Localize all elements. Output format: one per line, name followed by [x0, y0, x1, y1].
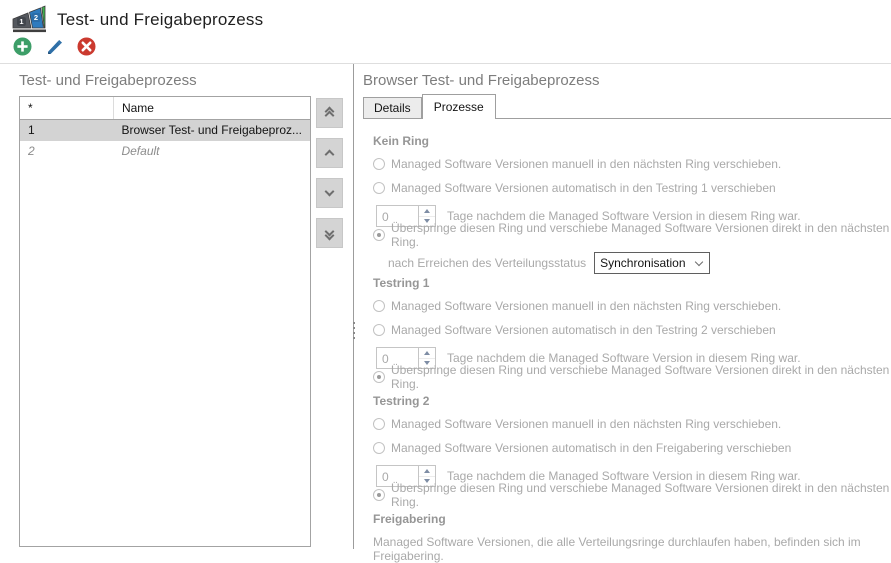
radio-button[interactable] — [373, 229, 385, 241]
radio-option[interactable]: Überspringe diesen Ring und verschiebe M… — [373, 488, 891, 502]
panel-splitter[interactable] — [353, 64, 354, 549]
radio-label: Überspringe diesen Ring und verschiebe M… — [391, 221, 891, 249]
svg-text:2: 2 — [34, 13, 38, 22]
section-heading: Kein Ring — [373, 134, 891, 148]
process-detail-panel: Browser Test- und Freigabeprozess Detail… — [354, 64, 891, 549]
process-list-panel: Test- und Freigabeprozess * Name 1Browse… — [0, 64, 347, 549]
cell-name: Browser Test- und Freigabeproz... — [113, 120, 310, 141]
delete-icon — [77, 37, 96, 56]
radio-label: Überspringe diesen Ring und verschiebe M… — [391, 481, 891, 509]
radio-label: Managed Software Versionen manuell in de… — [391, 157, 781, 171]
radio-option[interactable]: Managed Software Versionen manuell in de… — [373, 417, 891, 431]
radio-label: Managed Software Versionen manuell in de… — [391, 299, 781, 313]
radio-button[interactable] — [373, 442, 385, 454]
radio-button[interactable] — [373, 300, 385, 312]
radio-button[interactable] — [373, 371, 385, 383]
radio-option[interactable]: Überspringe diesen Ring und verschiebe M… — [373, 370, 891, 384]
toolbar — [0, 34, 891, 64]
status-row: nach Erreichen des Verteilungsstatus Sync… — [388, 252, 891, 274]
tab-content: Kein Ring Managed Software Versionen manu… — [363, 119, 891, 563]
section-heading: Freigabering — [373, 512, 891, 526]
section-info-text: Managed Software Versionen, die alle Ver… — [373, 535, 891, 563]
double-chevron-up-icon — [326, 107, 333, 119]
tab-prozesse[interactable]: Prozesse — [422, 94, 496, 119]
spinner-up-button[interactable] — [419, 348, 435, 359]
move-up-button[interactable] — [316, 138, 343, 168]
process-table: * Name 1Browser Test- und Freigabeproz..… — [19, 96, 311, 547]
main-area: Test- und Freigabeprozess * Name 1Browse… — [0, 64, 891, 549]
spinner-up-button[interactable] — [419, 206, 435, 217]
radio-option[interactable]: Managed Software Versionen automatisch i… — [373, 441, 891, 455]
svg-text:1: 1 — [19, 17, 23, 26]
radio-label: Managed Software Versionen automatisch i… — [391, 181, 776, 195]
double-chevron-down-icon — [326, 227, 333, 239]
spinner-up-icon — [424, 209, 430, 213]
reorder-buttons — [316, 96, 343, 547]
edit-button[interactable] — [45, 37, 64, 56]
delete-button[interactable] — [77, 37, 96, 56]
radio-option[interactable]: Managed Software Versionen automatisch i… — [373, 323, 891, 337]
radio-button[interactable] — [373, 182, 385, 194]
radio-label: Überspringe diesen Ring und verschiebe M… — [391, 363, 891, 391]
spinner-up-button[interactable] — [419, 466, 435, 477]
process-table-body: 1Browser Test- und Freigabeproz...2Defau… — [20, 120, 310, 162]
left-panel-title: Test- und Freigabeprozess — [19, 72, 347, 89]
splitter-grip-icon — [352, 322, 355, 339]
radio-label: Managed Software Versionen automatisch i… — [391, 441, 791, 455]
radio-option[interactable]: Managed Software Versionen manuell in de… — [373, 299, 891, 313]
radio-label: Managed Software Versionen manuell in de… — [391, 417, 781, 431]
radio-label: Managed Software Versionen automatisch i… — [391, 323, 776, 337]
radio-option[interactable]: Managed Software Versionen automatisch i… — [373, 181, 891, 195]
cell-order: 2 — [20, 141, 113, 162]
radio-button[interactable] — [373, 489, 385, 501]
column-header-order[interactable]: * — [20, 97, 113, 120]
chevron-up-icon — [325, 150, 335, 160]
chevron-down-icon — [325, 187, 335, 197]
section-heading: Testring 1 — [373, 276, 891, 290]
dropdown-value: Synchronisation — [600, 256, 685, 270]
cell-name: Default — [113, 141, 310, 162]
status-label: nach Erreichen des Verteilungsstatus — [388, 256, 586, 270]
page-header: 1 2 Test- und Freigabeprozess — [0, 0, 891, 34]
spinner-up-icon — [424, 469, 430, 473]
dropdown-chevron-icon — [694, 257, 702, 265]
move-last-button[interactable] — [316, 218, 343, 248]
column-header-name[interactable]: Name — [113, 97, 310, 120]
tab-strip: Details Prozesse — [363, 94, 891, 119]
cell-order: 1 — [20, 120, 113, 141]
radio-button[interactable] — [373, 158, 385, 170]
status-dropdown[interactable]: Synchronisation — [594, 252, 709, 274]
section-heading: Testring 2 — [373, 394, 891, 408]
radio-button[interactable] — [373, 418, 385, 430]
rings-icon: 1 2 — [12, 5, 48, 34]
add-button[interactable] — [13, 37, 32, 56]
table-row[interactable]: 2Default — [20, 141, 310, 162]
radio-option[interactable]: Überspringe diesen Ring und verschiebe M… — [373, 228, 891, 242]
add-icon — [13, 37, 32, 56]
table-row[interactable]: 1Browser Test- und Freigabeproz... — [20, 120, 310, 141]
move-down-button[interactable] — [316, 178, 343, 208]
table-header-row: * Name — [20, 97, 310, 120]
page-title: Test- und Freigabeprozess — [57, 10, 263, 30]
right-panel-title: Browser Test- und Freigabeprozess — [363, 72, 891, 89]
pencil-icon — [46, 38, 64, 56]
tab-details[interactable]: Details — [363, 97, 422, 118]
radio-button[interactable] — [373, 324, 385, 336]
move-first-button[interactable] — [316, 98, 343, 128]
radio-option[interactable]: Managed Software Versionen manuell in de… — [373, 157, 891, 171]
spinner-up-icon — [424, 351, 430, 355]
